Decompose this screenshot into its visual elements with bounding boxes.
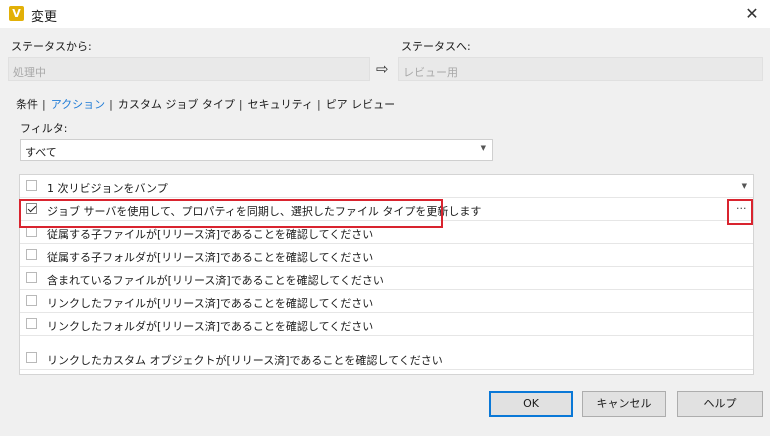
tab-separator: | xyxy=(42,98,46,111)
list-item[interactable]: リンクしたカスタム オブジェクトが[リリース済]であることを確認してください xyxy=(20,347,753,370)
list-item[interactable]: リンクしたフォルダが[リリース済]であることを確認してください xyxy=(20,313,753,336)
close-icon[interactable]: ✕ xyxy=(740,2,764,26)
list-item[interactable]: リンクしたファイルが[リリース済]であることを確認してください xyxy=(20,290,753,313)
list-item[interactable]: 含まれているファイルが[リリース済]であることを確認してください xyxy=(20,267,753,290)
action-label: リンクしたカスタム オブジェクトが[リリース済]であることを確認してください xyxy=(47,354,443,367)
status-from-label: ステータスから: xyxy=(11,40,92,53)
arrow-right-icon: ⇨ xyxy=(376,60,389,78)
list-item[interactable]: 従属する子フォルダが[リリース済]であることを確認してください xyxy=(20,244,753,267)
tab-separator: | xyxy=(316,98,321,111)
ok-button[interactable]: OK xyxy=(489,391,573,417)
help-button[interactable]: ヘルプ xyxy=(677,391,763,417)
action-label: 1 次リビジョンをバンプ xyxy=(47,182,168,195)
action-label: 従属する子フォルダが[リリース済]であることを確認してください xyxy=(47,251,374,264)
action-checkbox[interactable] xyxy=(26,249,37,260)
status-from-field: 処理中 xyxy=(8,57,370,81)
tab-custom-job-types[interactable]: カスタム ジョブ タイプ xyxy=(118,96,235,112)
list-item[interactable]: 1 次リビジョンをバンプ ▼ xyxy=(20,175,753,198)
action-checkbox[interactable] xyxy=(26,318,37,329)
tab-actions[interactable]: アクション xyxy=(51,96,105,112)
action-label: 含まれているファイルが[リリース済]であることを確認してください xyxy=(47,274,384,287)
chevron-down-icon[interactable]: ▼ xyxy=(742,182,747,190)
cancel-button[interactable]: キャンセル xyxy=(582,391,666,417)
tab-security[interactable]: セキュリティ xyxy=(248,96,313,112)
action-label: リンクしたファイルが[リリース済]であることを確認してください xyxy=(47,297,374,310)
app-logo-icon: V xyxy=(9,6,24,21)
filter-label: フィルタ: xyxy=(20,122,68,135)
tab-conditions[interactable]: 条件 xyxy=(16,96,38,112)
status-to-label: ステータスへ: xyxy=(401,40,471,53)
action-checkbox[interactable] xyxy=(26,295,37,306)
action-label: リンクしたフォルダが[リリース済]であることを確認してください xyxy=(47,320,374,333)
tab-peer-review[interactable]: ピア レビュー xyxy=(326,96,396,112)
action-label: 従属する子ファイルが[リリース済]であることを確認してください xyxy=(47,228,374,241)
title-bar: V 変更 ✕ xyxy=(0,0,770,28)
action-checkbox[interactable] xyxy=(26,180,37,191)
action-checkbox[interactable] xyxy=(26,352,37,363)
tab-separator: | xyxy=(109,98,113,111)
highlight-box-more xyxy=(727,199,753,225)
action-checkbox[interactable] xyxy=(26,272,37,283)
tab-bar: 条件 | アクション | カスタム ジョブ タイプ | セキュリティ | ピア レビュー xyxy=(16,96,395,112)
status-to-field: レビュー用 xyxy=(398,57,763,81)
chevron-down-icon: ▼ xyxy=(480,144,486,152)
filter-value: すべて xyxy=(25,146,57,159)
tab-separator: | xyxy=(238,98,243,111)
highlight-box-action xyxy=(19,199,443,228)
filter-dropdown[interactable]: すべて ▼ xyxy=(20,139,493,161)
window-title: 変更 xyxy=(31,10,58,25)
